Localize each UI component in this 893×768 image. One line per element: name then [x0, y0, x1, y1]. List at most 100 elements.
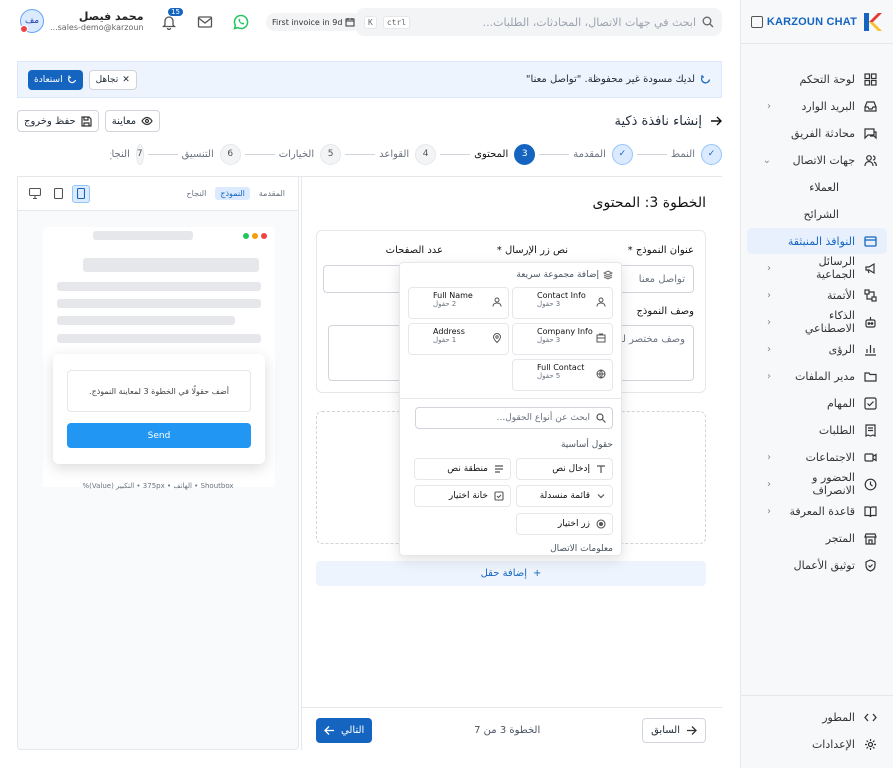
sidebar-item-store[interactable]: المتجر	[747, 525, 887, 551]
user-icon	[492, 297, 502, 307]
group-full-name[interactable]: Full Name 2 حقول	[408, 287, 509, 319]
step-counter: الخطوة 3 من 7	[474, 724, 541, 736]
step-label: النمط	[670, 148, 695, 160]
sidebar-item-broadcasts[interactable]: الرسائل الجماعية ‹	[747, 255, 887, 281]
draft-banner: لديك مسودة غير محفوظة. "تواصل معنا" ✕ تج…	[17, 61, 722, 98]
field-type-checkbox[interactable]: خانة اختيار	[414, 485, 511, 507]
group-company-info[interactable]: Company Info 3 حقول	[512, 323, 613, 355]
check-icon: ✓	[701, 143, 722, 165]
preview-tab-form[interactable]: النموذج	[215, 187, 250, 200]
preview-label: معاينة	[111, 115, 137, 127]
sidebar-item-label: العملاء	[809, 180, 839, 194]
sidebar-item-segments[interactable]: الشرائح	[747, 201, 887, 227]
align-left-icon	[494, 464, 504, 474]
sidebar-item-label: النوافذ المنبثقة	[787, 234, 855, 248]
step-number: 4	[415, 143, 437, 165]
sidebar-item-label: المطور	[822, 710, 855, 724]
preview-button[interactable]: معاينة	[104, 110, 161, 132]
user-info: محمد فيصل sales-demo@karzoun...	[50, 10, 144, 32]
field-type-textarea[interactable]: منطقة نص	[414, 458, 511, 480]
grid-icon	[863, 72, 877, 86]
sidebar-item-developer[interactable]: المطور	[747, 704, 887, 730]
chat-icon	[863, 126, 877, 140]
sidebar-item-contacts[interactable]: جهات الاتصال ⌄	[747, 147, 887, 173]
kbd-k: K	[364, 15, 377, 29]
sidebar-item-knowledge-base[interactable]: قاعدة المعرفة ‹	[747, 498, 887, 524]
notifications-badge: 15	[168, 8, 183, 16]
sidebar-item-insights[interactable]: الرؤى ‹	[747, 336, 887, 362]
sidebar-item-orders[interactable]: الطلبات	[747, 417, 887, 443]
field-type-label: زر اختيار	[557, 519, 590, 529]
add-field-button[interactable]: + إضافة حقل	[316, 561, 706, 586]
refresh-icon	[67, 75, 77, 85]
sidebar-item-label: مدير الملفات	[795, 369, 855, 383]
brand-logo[interactable]: KARZOUN CHAT	[767, 11, 883, 33]
group-contact-info[interactable]: Contact Info 3 حقول	[512, 287, 613, 319]
chevron-down-icon: ⌄	[762, 154, 771, 166]
sidebar-item-label: محادثة الفريق	[791, 126, 855, 140]
sidebar-item-customers[interactable]: العملاء	[747, 174, 887, 200]
group-address[interactable]: Address 1 حقول	[408, 323, 509, 355]
step-options[interactable]: 5 الخيارات	[279, 143, 342, 165]
sidebar-item-business-verification[interactable]: توثيق الأعمال	[747, 552, 887, 578]
mobile-icon[interactable]	[72, 184, 90, 203]
preview-tab-intro[interactable]: المقدمة	[254, 187, 290, 200]
field-type-radio[interactable]: زر اختيار	[516, 513, 613, 535]
ignore-draft-button[interactable]: ✕ تجاهل	[88, 69, 137, 90]
preview-tabs: المقدمة النموذج النجاح	[181, 187, 290, 200]
sidebar-item-files[interactable]: مدير الملفات ‹	[747, 363, 887, 389]
tablet-icon[interactable]	[49, 185, 67, 203]
save-exit-button[interactable]: حفظ وخروج	[17, 110, 99, 132]
sidebar-item-automation[interactable]: الأتمتة ‹	[747, 282, 887, 308]
next-button[interactable]: التالي	[316, 717, 373, 743]
preview-tab-success[interactable]: النجاح	[181, 187, 211, 200]
arrow-left-icon	[324, 725, 335, 736]
step-style[interactable]: ✓ النمط	[670, 143, 722, 165]
sidebar-item-tasks[interactable]: المهام	[747, 390, 887, 416]
step-content[interactable]: 3 المحتوى	[474, 143, 536, 165]
users-icon	[863, 153, 877, 167]
sidebar-item-inbox[interactable]: البريد الوارد ‹	[747, 93, 887, 119]
banner-message: لديك مسودة غير محفوظة. "تواصل معنا"	[526, 74, 711, 85]
preview-send-button[interactable]: Send	[67, 423, 251, 448]
whatsapp-icon[interactable]	[233, 14, 249, 30]
page-title-text: إنشاء نافذة ذكية	[614, 113, 702, 129]
next-label: التالي	[341, 724, 365, 736]
invoice-badge[interactable]: First invoice in 9d	[266, 13, 362, 31]
sidebar-item-label: البريد الوارد	[801, 99, 856, 113]
sidebar-item-settings[interactable]: الإعدادات	[747, 731, 887, 757]
group-full-contact[interactable]: Full Contact 5 حقول	[512, 359, 613, 391]
user-name: محمد فيصل	[78, 10, 144, 23]
brand-name: KARZOUN CHAT	[766, 15, 857, 28]
sidebar-item-ai[interactable]: الذكاء الاصطناعي ‹	[747, 309, 887, 335]
sidebar-item-popups[interactable]: النوافذ المنبثقة	[747, 228, 887, 254]
desktop-icon[interactable]	[26, 185, 44, 203]
prev-button[interactable]: السابق	[642, 717, 706, 743]
field-type-search[interactable]: ابحث عن أنواع الحقول...	[415, 407, 613, 429]
step-rules[interactable]: 4 القواعد	[379, 143, 437, 165]
video-icon	[863, 450, 877, 464]
restore-draft-button[interactable]: استعادة	[28, 69, 83, 90]
sidebar: KARZOUN CHAT لوحة التحكم البريد الوارد ‹ …	[740, 0, 893, 768]
sidebar-item-label: الحضور و الانصراف	[812, 471, 855, 497]
step-styling[interactable]: 6 التنسيق	[182, 143, 241, 165]
step-connector	[539, 153, 570, 155]
sidebar-item-attendance[interactable]: الحضور و الانصراف ‹	[747, 471, 887, 497]
chevron-down-icon	[596, 491, 606, 501]
mail-icon[interactable]	[197, 14, 213, 30]
user-menu[interactable]: محمد فيصل sales-demo@karzoun... مف	[20, 9, 144, 33]
step-connector	[440, 153, 471, 155]
bell-icon[interactable]: 15	[161, 8, 183, 30]
sidebar-item-team-chat[interactable]: محادثة الفريق	[747, 120, 887, 146]
field-type-dropdown[interactable]: قائمة منسدلة	[516, 485, 613, 507]
sidebar-item-dashboard[interactable]: لوحة التحكم	[747, 66, 887, 92]
step-intro[interactable]: ✓ المقدمة	[573, 143, 633, 165]
arrow-back-icon[interactable]	[710, 115, 722, 127]
step-number: 3	[514, 143, 536, 165]
collapse-sidebar-icon[interactable]	[751, 15, 763, 28]
step-success[interactable]: 7 النجاح	[110, 143, 144, 165]
chevron-left-icon: ‹	[767, 316, 771, 328]
sidebar-item-meetings[interactable]: الاجتماعات ‹	[747, 444, 887, 470]
global-search[interactable]: ابحث في جهات الاتصال، المحادثات، الطلبات…	[356, 8, 722, 36]
field-type-text-input[interactable]: إدخال نص	[516, 458, 613, 480]
